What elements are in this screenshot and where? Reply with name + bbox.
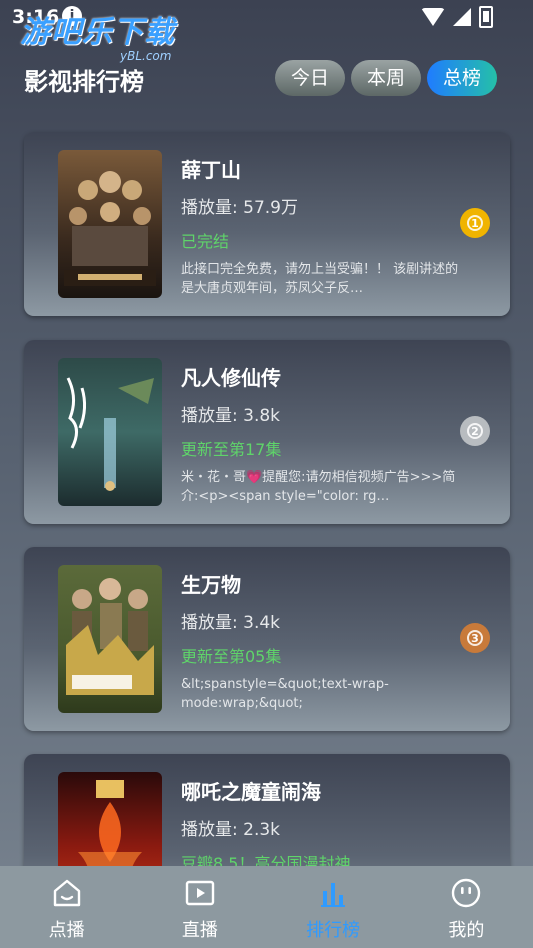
watermark-title: 游吧乐下载 [20, 15, 175, 50]
rank-number: 2 [467, 423, 483, 439]
signal-icon [453, 8, 471, 26]
status-icons [421, 6, 493, 28]
play-count: 播放量: 3.4k [181, 613, 281, 633]
smile-face-icon [449, 876, 483, 910]
play-count: 播放量: 3.8k [181, 406, 281, 426]
page-title: 影视排行榜 [24, 68, 144, 96]
update-status: 已完结 [181, 232, 230, 251]
drama-description: &lt;spanstyle=&quot;text-wrap-mode:wrap;… [181, 677, 389, 711]
header: 影视排行榜 今日 本周 总榜 [0, 56, 533, 104]
wifi-icon [421, 8, 445, 26]
battery-icon [479, 6, 493, 28]
tab-all-time[interactable]: 总榜 [426, 60, 497, 96]
nav-item-vod[interactable]: 点播 [0, 866, 133, 948]
drama-description: 米・花・哥💗提醒您:请勿相信视频广告>>>简介:<p><span style="… [181, 470, 456, 504]
nav-item-live[interactable]: 直播 [133, 866, 266, 948]
rank-badge: 1 [460, 208, 490, 238]
nav-label: 点播 [48, 920, 85, 941]
card-info: 凡人修仙传 播放量: 3.8k 更新至第17集 米・花・哥💗提醒您:请勿相信视频… [181, 362, 461, 506]
nav-label: 排行榜 [306, 920, 361, 941]
drama-description: 此接口完全免费，请勿上当受骗！！ 该剧讲述的是大唐贞观年间，苏凤父子反… [181, 262, 459, 296]
poster-image [58, 150, 162, 298]
update-status: 更新至第17集 [181, 440, 282, 459]
home-icon [50, 876, 84, 910]
poster-image [58, 358, 162, 506]
ranking-card[interactable]: 薛丁山 播放量: 57.9万 已完结 此接口完全免费，请勿上当受骗！！ 该剧讲述… [24, 132, 510, 316]
rank-badge: 3 [460, 623, 490, 653]
play-count: 播放量: 57.9万 [181, 198, 298, 218]
rank-number: 3 [467, 630, 483, 646]
ranking-card[interactable]: 生万物 播放量: 3.4k 更新至第05集 &lt;spanstyle=&quo… [24, 547, 510, 731]
rank-number: 1 [467, 215, 483, 231]
drama-title: 生万物 [181, 573, 241, 597]
nav-label: 直播 [181, 920, 218, 941]
play-count: 播放量: 2.3k [181, 820, 281, 840]
bottom-nav: 点播 直播 排行榜 我的 [0, 866, 533, 948]
card-info: 生万物 播放量: 3.4k 更新至第05集 &lt;spanstyle=&quo… [181, 569, 461, 713]
nav-item-ranking[interactable]: 排行榜 [267, 866, 400, 948]
nav-label: 我的 [448, 920, 485, 941]
tab-today[interactable]: 今日 [274, 60, 345, 96]
drama-title: 哪吒之魔童闹海 [181, 780, 321, 804]
tab-week[interactable]: 本周 [350, 60, 421, 96]
watermark-logo: 游吧乐下载 yBL.com [20, 15, 175, 63]
update-status: 更新至第05集 [181, 647, 282, 666]
drama-title: 薛丁山 [181, 158, 241, 182]
poster-image [58, 565, 162, 713]
card-info: 薛丁山 播放量: 57.9万 已完结 此接口完全免费，请勿上当受骗！！ 该剧讲述… [181, 154, 461, 298]
nav-item-mine[interactable]: 我的 [400, 866, 533, 948]
play-box-icon [183, 876, 217, 910]
ranking-card[interactable]: 凡人修仙传 播放量: 3.8k 更新至第17集 米・花・哥💗提醒您:请勿相信视频… [24, 340, 510, 524]
rank-badge: 2 [460, 416, 490, 446]
drama-title: 凡人修仙传 [181, 366, 281, 390]
bar-chart-icon [316, 876, 350, 910]
ranking-tabs: 今日 本周 总榜 [274, 60, 497, 96]
